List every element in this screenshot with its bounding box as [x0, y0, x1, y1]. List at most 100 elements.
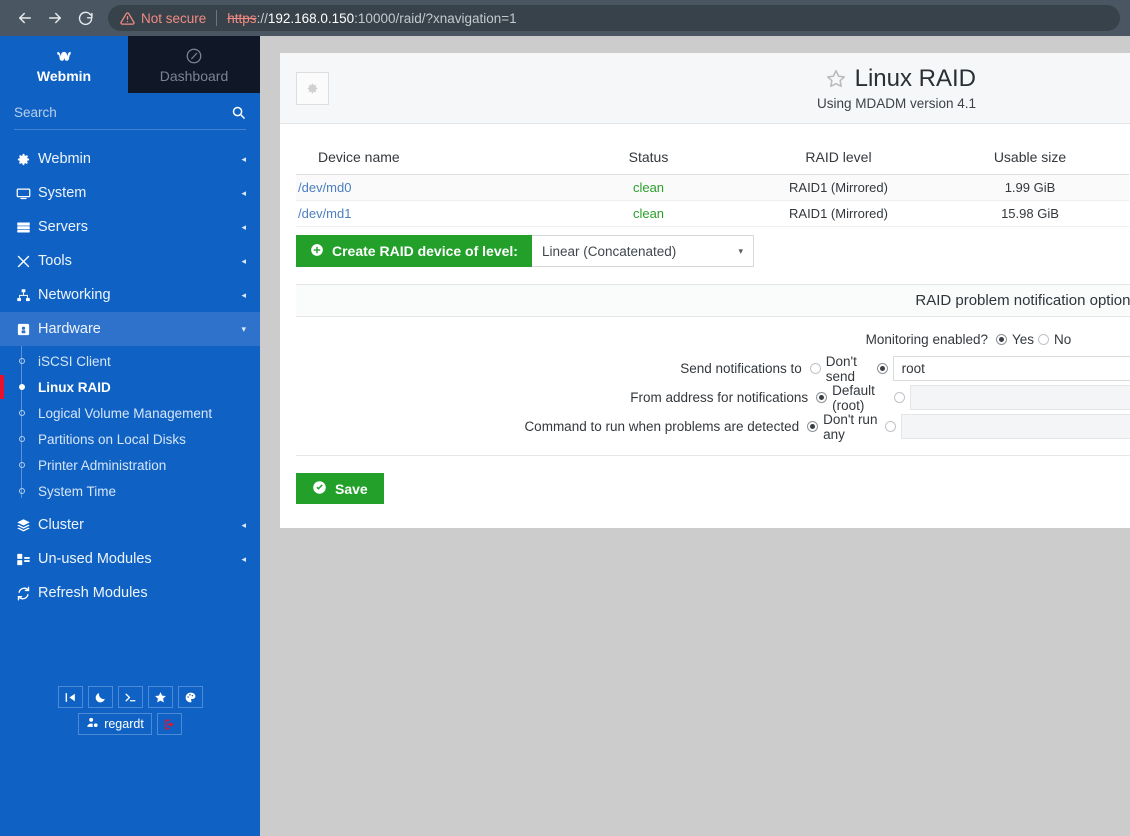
sidebar-item-unused-modules[interactable]: Un-used Modules ◂	[0, 542, 260, 576]
column-header-usable-size: Usable size	[931, 140, 1129, 175]
network-icon	[16, 288, 38, 303]
radio-monitoring-yes[interactable]	[996, 334, 1007, 345]
tab-webmin[interactable]: Webmin	[0, 36, 128, 93]
chevron-down-icon: ▾	[738, 245, 743, 256]
terminal-icon[interactable]	[117, 686, 143, 708]
sidebar-item-networking[interactable]: Networking ◂	[0, 278, 260, 312]
address-bar[interactable]: Not secure https://192.168.0.150:10000/r…	[108, 5, 1120, 31]
cell-usable-size: 15.98 GiB	[931, 200, 1129, 227]
sidebar-item-iscsi-client[interactable]: iSCSI Client	[0, 348, 260, 374]
column-header-raid-level: RAID level	[746, 140, 931, 175]
browser-chrome: Not secure https://192.168.0.150:10000/r…	[0, 0, 1130, 36]
create-raid-button-label: Create RAID device of level:	[332, 243, 518, 259]
label-send-notifications-to: Send notifications to	[680, 361, 802, 376]
raid-level-selected-value: Linear (Concatenated)	[541, 243, 677, 259]
page-title: Linux RAID	[854, 65, 976, 92]
hardware-chip-icon	[16, 322, 38, 337]
send-notifications-address-input[interactable]: root	[892, 356, 1130, 381]
search-input[interactable]	[14, 105, 231, 120]
radio-from-default[interactable]	[816, 392, 828, 403]
from-address-input[interactable]	[910, 385, 1130, 410]
gear-icon	[307, 83, 318, 93]
bullet-filled-icon	[16, 381, 28, 393]
column-header-device-name: Device name	[296, 140, 551, 175]
sidebar-item-networking-label: Networking	[38, 287, 111, 303]
tab-dashboard[interactable]: Dashboard	[128, 36, 260, 93]
sidebar-item-servers[interactable]: Servers ◂	[0, 210, 260, 244]
night-mode-icon[interactable]	[87, 686, 113, 708]
sidebar-item-printer-admin[interactable]: Printer Administration	[0, 452, 260, 478]
sidebar-item-lvm-label: Logical Volume Management	[38, 405, 213, 421]
sidebar-item-servers-label: Servers	[38, 219, 88, 235]
search-icon[interactable]	[231, 105, 246, 120]
sidebar-item-system[interactable]: System ◂	[0, 176, 260, 210]
sidebar-item-lvm[interactable]: Logical Volume Management	[0, 400, 260, 426]
notification-options-rows: Monitoring enabled? Yes No Send notifica…	[296, 317, 1130, 455]
chevron-left-icon: ◂	[241, 519, 246, 530]
sidebar-item-linux-raid[interactable]: Linux RAID	[0, 374, 260, 400]
chevron-left-icon: ◂	[241, 553, 246, 564]
sidebar-item-hardware[interactable]: Hardware ▾	[0, 312, 260, 346]
search-row[interactable]	[14, 105, 246, 130]
back-button[interactable]	[10, 3, 40, 33]
user-account-button[interactable]: regardt	[78, 713, 152, 735]
sidebar-item-webmin[interactable]: Webmin ◂	[0, 142, 260, 176]
logout-button[interactable]	[156, 713, 182, 735]
save-button[interactable]: Save	[296, 473, 384, 504]
sidebar-item-webmin-label: Webmin	[38, 151, 91, 167]
hardware-submenu: iSCSI Client Linux RAID Logical Volume M…	[0, 346, 260, 508]
user-settings-icon	[86, 716, 99, 732]
cell-device-name[interactable]: /dev/md0	[296, 174, 551, 201]
sidebar-item-system-time-label: System Time	[38, 483, 117, 499]
label-monitoring-no: No	[1054, 332, 1072, 347]
radio-send-to-address[interactable]	[876, 363, 888, 374]
url-separator: ://	[256, 10, 268, 26]
sidebar-user-row: regardt	[78, 713, 182, 735]
collapse-sidebar-icon[interactable]	[57, 686, 83, 708]
cell-raid-level: RAID1 (Mirrored)	[746, 200, 931, 227]
notification-options-heading: RAID problem notification options	[296, 285, 1130, 317]
chevron-down-icon: ▾	[241, 323, 246, 334]
reload-button[interactable]	[70, 3, 100, 33]
sidebar-item-system-time[interactable]: System Time	[0, 478, 260, 504]
radio-run-command[interactable]	[885, 421, 897, 432]
radio-from-custom[interactable]	[894, 392, 906, 403]
user-name-label: regardt	[104, 717, 144, 731]
raid-level-select[interactable]: Linear (Concatenated) ▾	[531, 235, 754, 267]
radio-dont-send[interactable]	[809, 363, 821, 374]
form-row-command-to-run: Command to run when problems are detecte…	[296, 412, 1130, 442]
radio-monitoring-no[interactable]	[1038, 334, 1050, 345]
label-from-address: From address for notifications	[630, 390, 809, 405]
forward-button[interactable]	[40, 3, 70, 33]
content-card: Linux RAID Using MDADM version 4.1 Devic…	[280, 53, 1130, 528]
column-header-status: Status	[551, 140, 746, 175]
sidebar-item-tools[interactable]: Tools ◂	[0, 244, 260, 278]
radio-dont-run-any[interactable]	[807, 421, 819, 432]
sidebar-item-cluster[interactable]: Cluster ◂	[0, 508, 260, 542]
sidebar-item-cluster-label: Cluster	[38, 517, 84, 533]
sidebar-footer-icon-row	[57, 686, 203, 708]
table-row[interactable]: /dev/md0 clean RAID1 (Mirrored) 1.99 GiB	[296, 174, 1129, 201]
sidebar-item-partitions-label: Partitions on Local Disks	[38, 431, 186, 447]
chevron-left-icon: ◂	[241, 289, 246, 300]
check-circle-icon	[312, 480, 327, 498]
form-row-monitoring-enabled: Monitoring enabled? Yes No	[296, 327, 1130, 352]
content-body: Device name Status RAID level Usable siz…	[280, 124, 1130, 504]
theme-palette-icon[interactable]	[177, 686, 203, 708]
module-config-button[interactable]	[296, 71, 329, 105]
sidebar-item-refresh-modules[interactable]: Refresh Modules	[0, 576, 260, 610]
sidebar-item-partitions[interactable]: Partitions on Local Disks	[0, 426, 260, 452]
create-raid-row: Create RAID device of level: Linear (Con…	[296, 235, 1130, 267]
table-row[interactable]: /dev/md1 clean RAID1 (Mirrored) 15.98 Gi…	[296, 200, 1129, 227]
omnibox-divider	[216, 10, 218, 26]
bullet-ring-icon	[16, 355, 28, 367]
cell-device-name[interactable]: /dev/md1	[296, 200, 551, 227]
create-raid-button[interactable]: Create RAID device of level:	[296, 235, 532, 267]
plus-circle-icon	[310, 243, 324, 260]
page-title-block: Linux RAID Using MDADM version 4.1	[329, 65, 1116, 111]
star-outline-icon[interactable]	[825, 68, 847, 90]
favorites-star-icon[interactable]	[147, 686, 173, 708]
puzzle-icon	[16, 552, 38, 567]
command-input[interactable]	[901, 414, 1130, 439]
server-icon	[16, 220, 38, 235]
